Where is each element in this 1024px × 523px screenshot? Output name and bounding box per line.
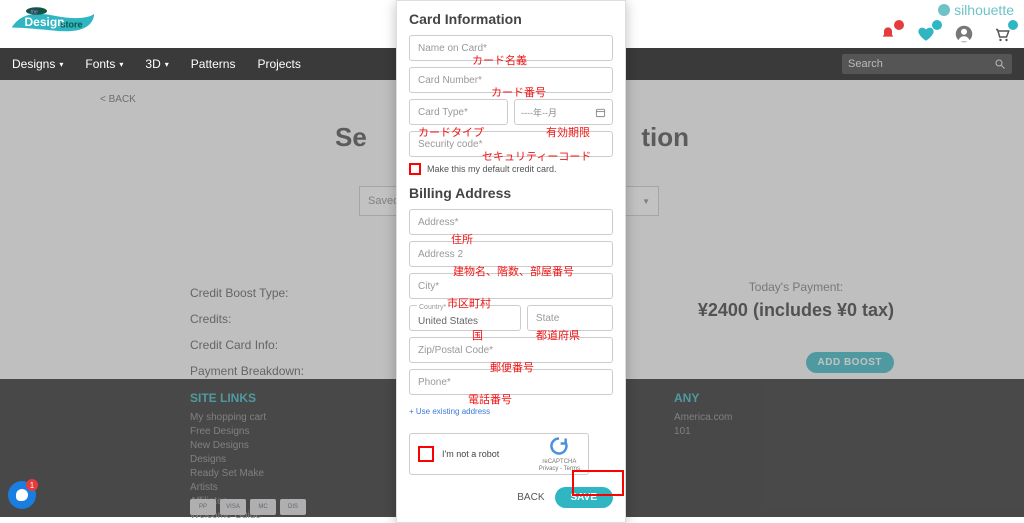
notifications-icon[interactable] — [878, 24, 898, 44]
billing-heading: Billing Address — [409, 185, 613, 201]
card-info-heading: Card Information — [409, 11, 613, 27]
nav-patterns[interactable]: Patterns — [191, 57, 236, 71]
nav-search[interactable] — [842, 54, 1012, 74]
site-logo[interactable]: Design store the — [8, 4, 98, 47]
header-icons — [878, 24, 1012, 44]
brand-text: silhouette — [954, 2, 1014, 18]
chat-icon — [16, 489, 28, 501]
recaptcha-logo-icon: reCAPTCHA Privacy - Terms — [539, 436, 580, 473]
default-card-row[interactable]: Make this my default credit card. — [409, 163, 613, 175]
card-number-input[interactable] — [409, 67, 613, 93]
use-existing-link[interactable]: + Use existing address — [409, 407, 490, 416]
wishlist-badge — [932, 20, 942, 30]
recaptcha-label: I'm not a robot — [442, 449, 499, 459]
expiry-placeholder: ----年--月 — [521, 106, 557, 119]
svg-text:store: store — [61, 20, 83, 30]
nav-fonts[interactable]: Fonts▾ — [85, 57, 123, 71]
country-mini-label: Country* — [417, 304, 448, 312]
chevron-down-icon: ▾ — [59, 60, 63, 69]
phone-input[interactable] — [409, 369, 613, 395]
default-card-checkbox[interactable] — [409, 163, 421, 175]
default-card-label: Make this my default credit card. — [427, 164, 557, 174]
recaptcha[interactable]: I'm not a robot reCAPTCHA Privacy - Term… — [409, 433, 589, 475]
expiry-input[interactable]: ----年--月 — [514, 99, 613, 125]
chat-badge: 1 — [26, 479, 38, 491]
account-icon[interactable] — [954, 24, 974, 44]
address2-input[interactable] — [409, 241, 613, 267]
svg-text:Design: Design — [25, 15, 65, 29]
state-select[interactable] — [527, 305, 613, 331]
wishlist-icon[interactable] — [916, 24, 936, 44]
cart-badge — [1008, 20, 1018, 30]
nav-projects[interactable]: Projects — [257, 57, 300, 71]
cart-icon[interactable] — [992, 24, 1012, 44]
card-type-select[interactable] — [409, 99, 508, 125]
nav-designs[interactable]: Designs▾ — [12, 57, 63, 71]
chevron-down-icon: ▾ — [119, 60, 123, 69]
silhouette-brand[interactable]: silhouette — [938, 2, 1014, 18]
nav-3d[interactable]: 3D▾ — [145, 57, 168, 71]
zip-input[interactable] — [409, 337, 613, 363]
city-input[interactable] — [409, 273, 613, 299]
calendar-icon — [595, 107, 606, 118]
modal-back-button[interactable]: BACK — [517, 492, 544, 503]
recaptcha-checkbox[interactable] — [418, 446, 434, 462]
address-input[interactable] — [409, 209, 613, 235]
design-store-logo-icon: Design store the — [8, 4, 98, 42]
security-code-input[interactable] — [409, 131, 613, 157]
chevron-down-icon: ▾ — [165, 60, 169, 69]
notifications-badge — [894, 20, 904, 30]
svg-text:the: the — [31, 9, 38, 15]
modal-save-button[interactable]: SAVE — [555, 487, 614, 508]
name-on-card-input[interactable] — [409, 35, 613, 61]
modal-actions: BACK SAVE — [409, 487, 613, 508]
brand-dot-icon — [938, 4, 950, 16]
chat-bubble[interactable]: 1 — [8, 481, 36, 509]
card-modal: Card Information ----年--月 Make this my d… — [396, 0, 626, 523]
search-input[interactable] — [848, 58, 994, 70]
search-icon — [994, 58, 1006, 70]
